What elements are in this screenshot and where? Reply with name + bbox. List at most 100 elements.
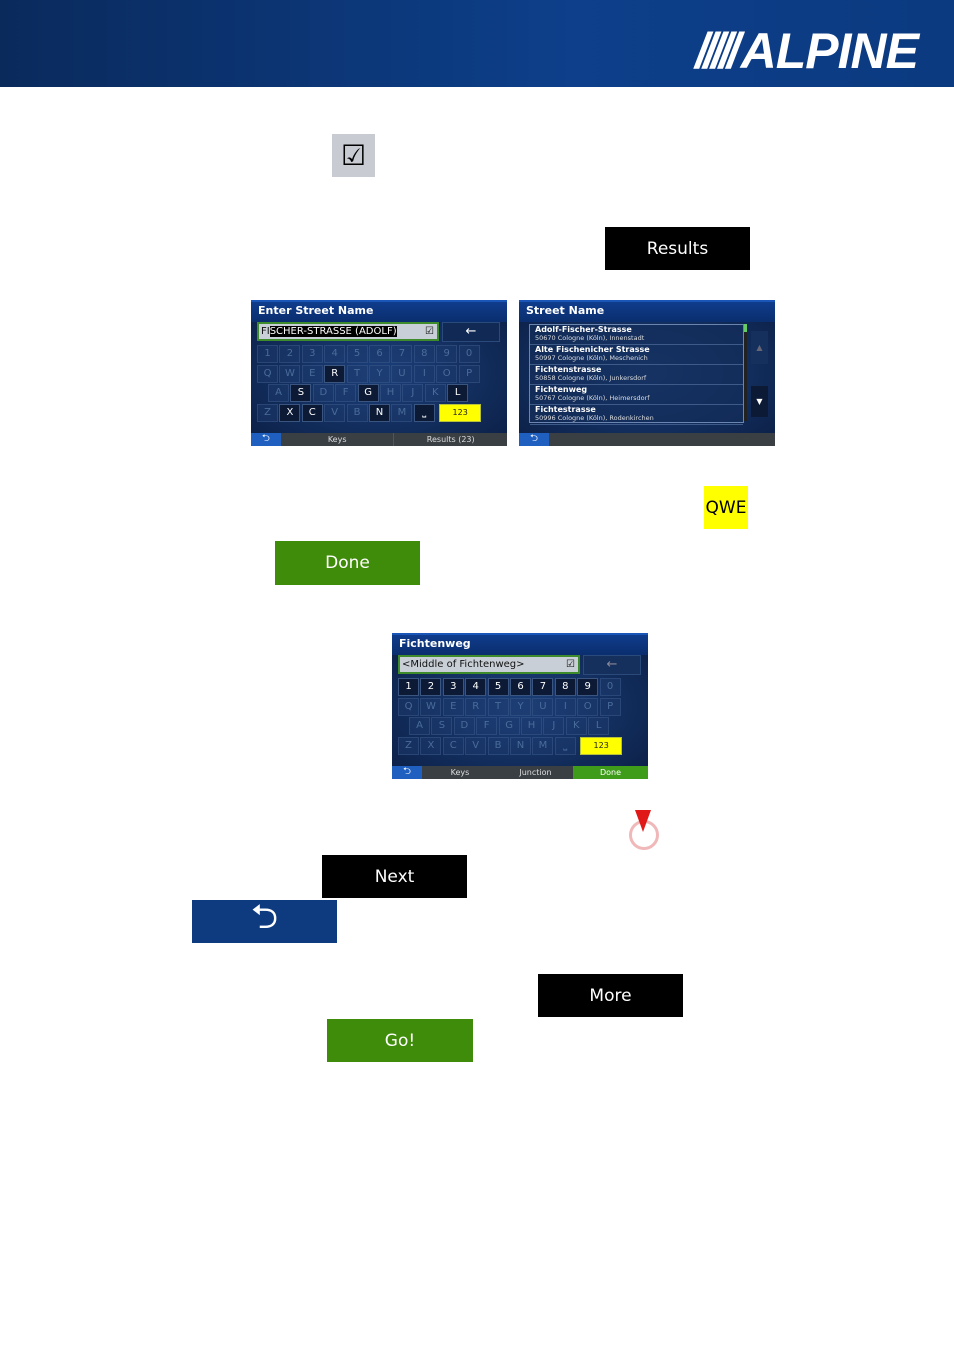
key-z[interactable]: Z <box>257 403 278 422</box>
key-f[interactable]: F <box>476 717 498 735</box>
key-y[interactable]: Y <box>369 364 390 383</box>
qwe-button[interactable]: QWE <box>704 486 748 529</box>
key-0[interactable]: 0 <box>599 678 621 696</box>
key-s[interactable]: S <box>431 717 453 735</box>
key-1[interactable]: 1 <box>398 678 419 696</box>
key-a[interactable]: A <box>268 384 289 402</box>
key-l[interactable]: L <box>588 717 610 735</box>
next-button[interactable]: Next <box>322 855 467 898</box>
key-8[interactable]: 8 <box>413 345 435 363</box>
key-5[interactable]: 5 <box>487 678 509 696</box>
go-button[interactable]: Go! <box>327 1019 473 1062</box>
key-j[interactable]: J <box>402 384 424 402</box>
key-9[interactable]: 9 <box>436 345 458 363</box>
key-e[interactable]: E <box>301 364 323 383</box>
key-7[interactable]: 7 <box>391 345 413 363</box>
list-item[interactable]: Fichtenweg 50767 Cologne (Köln), Heimersd… <box>530 385 743 405</box>
key-b[interactable]: B <box>487 736 509 755</box>
key-y[interactable]: Y <box>510 697 531 716</box>
numeric-mode-key[interactable]: 123 <box>439 403 482 422</box>
key-x[interactable]: X <box>420 736 442 755</box>
space-key[interactable]: ⎵ <box>413 403 435 422</box>
key-v[interactable]: V <box>465 736 487 755</box>
key-p[interactable]: P <box>599 697 621 716</box>
backspace-button[interactable]: ← <box>583 655 641 675</box>
key-n[interactable]: N <box>369 403 390 422</box>
key-c[interactable]: C <box>301 403 323 422</box>
key-3[interactable]: 3 <box>301 345 323 363</box>
street-input[interactable]: FISCHER-STRASSE (ADOLF) ☑ <box>257 322 439 341</box>
list-item[interactable]: Fichtestrasse 50996 Cologne (Köln), Roden… <box>530 405 743 425</box>
key-b[interactable]: B <box>346 403 368 422</box>
list-item[interactable]: Alte Fischenicher Strasse 50997 Cologne (… <box>530 345 743 365</box>
key-t[interactable]: T <box>487 697 509 716</box>
list-item[interactable]: Adolf-Fischer-Strasse 50670 Cologne (Köln… <box>530 325 743 345</box>
back-button[interactable]: ⮌ <box>519 433 549 446</box>
keys-button[interactable]: Keys <box>422 766 498 779</box>
key-1[interactable]: 1 <box>257 345 278 363</box>
key-p[interactable]: P <box>458 364 480 383</box>
key-r[interactable]: R <box>465 697 487 716</box>
key-c[interactable]: C <box>442 736 464 755</box>
key-k[interactable]: K <box>565 717 587 735</box>
key-j[interactable]: J <box>543 717 565 735</box>
key-4[interactable]: 4 <box>465 678 487 696</box>
key-6[interactable]: 6 <box>510 678 531 696</box>
house-number-input[interactable]: <Middle of Fichtenweg> ☑ <box>398 655 580 674</box>
more-button[interactable]: More <box>538 974 683 1017</box>
key-u[interactable]: U <box>391 364 413 383</box>
scroll-up-button[interactable]: ▲ <box>751 331 768 364</box>
key-4[interactable]: 4 <box>324 345 346 363</box>
junction-button[interactable]: Junction <box>498 766 573 779</box>
key-l[interactable]: L <box>447 384 469 402</box>
key-q[interactable]: Q <box>257 364 278 383</box>
scroll-down-button[interactable]: ▼ <box>751 386 768 417</box>
key-g[interactable]: G <box>498 717 520 735</box>
key-u[interactable]: U <box>532 697 554 716</box>
key-o[interactable]: O <box>577 697 599 716</box>
back-button[interactable]: ⮌ <box>251 433 281 446</box>
key-7[interactable]: 7 <box>532 678 554 696</box>
key-3[interactable]: 3 <box>442 678 464 696</box>
key-h[interactable]: H <box>521 717 542 735</box>
key-0[interactable]: 0 <box>458 345 480 363</box>
key-6[interactable]: 6 <box>369 345 390 363</box>
key-h[interactable]: H <box>380 384 401 402</box>
key-2[interactable]: 2 <box>279 345 301 363</box>
key-k[interactable]: K <box>424 384 446 402</box>
key-m[interactable]: M <box>532 736 554 755</box>
key-w[interactable]: W <box>420 697 442 716</box>
key-n[interactable]: N <box>510 736 531 755</box>
key-8[interactable]: 8 <box>554 678 576 696</box>
key-a[interactable]: A <box>409 717 430 735</box>
key-f[interactable]: F <box>335 384 357 402</box>
results-button[interactable]: Results (23) <box>393 433 507 446</box>
key-5[interactable]: 5 <box>346 345 368 363</box>
key-9[interactable]: 9 <box>577 678 599 696</box>
key-m[interactable]: M <box>391 403 413 422</box>
key-r[interactable]: R <box>324 364 346 383</box>
key-e[interactable]: E <box>442 697 464 716</box>
back-button[interactable]: ⮌ <box>192 897 337 943</box>
key-i[interactable]: I <box>413 364 435 383</box>
done-button[interactable]: Done <box>573 766 648 779</box>
key-d[interactable]: D <box>312 384 334 402</box>
key-o[interactable]: O <box>436 364 458 383</box>
key-v[interactable]: V <box>324 403 346 422</box>
key-q[interactable]: Q <box>398 697 419 716</box>
key-i[interactable]: I <box>554 697 576 716</box>
scrollbar[interactable] <box>744 324 747 421</box>
results-button[interactable]: Results <box>605 227 750 270</box>
backspace-button[interactable]: ← <box>442 322 500 342</box>
back-button[interactable]: ⮌ <box>392 766 422 779</box>
space-key[interactable]: ⎵ <box>554 736 576 755</box>
key-s[interactable]: S <box>290 384 312 402</box>
key-2[interactable]: 2 <box>420 678 442 696</box>
key-d[interactable]: D <box>453 717 475 735</box>
done-button[interactable]: Done <box>275 541 420 585</box>
key-t[interactable]: T <box>346 364 368 383</box>
key-w[interactable]: W <box>279 364 301 383</box>
key-x[interactable]: X <box>279 403 301 422</box>
key-g[interactable]: G <box>357 384 379 402</box>
list-item[interactable]: Fichtenstrasse 50858 Cologne (Köln), Junk… <box>530 365 743 385</box>
